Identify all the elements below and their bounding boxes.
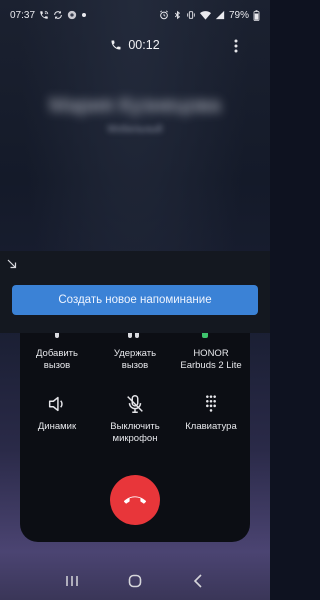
status-left: 07:37 [10,10,87,21]
status-bar: 07:37 79% [0,0,270,30]
sync-icon [53,10,63,20]
call-timer: 00:12 [128,38,160,52]
status-right: 79% [159,10,260,21]
mic-off-icon [127,395,143,413]
signal-icon [215,10,225,20]
caller-subtitle: Мобильный [107,124,163,135]
more-options-button[interactable] [226,36,246,56]
call-controls-panel: Добавить вызов Удержать вызов HONOR Earb… [20,333,250,542]
hang-up-icon [124,496,146,504]
back-icon [194,574,202,588]
end-call-button[interactable] [110,475,160,525]
add-call-icon-stub [55,333,59,338]
keypad-icon [206,395,216,412]
home-icon [128,574,142,588]
phone-call-icon [39,10,49,20]
phone-icon [110,39,122,51]
mute-label: Выключить микрофон [110,421,160,444]
keypad-label: Клавиатура [185,421,237,432]
alarm-icon [159,10,169,20]
reminder-popup: Создать новое напоминание [0,251,270,333]
bluetooth-icon [173,10,182,20]
navigation-bar [0,562,270,600]
app-icon [67,10,77,20]
bluetooth-icon-stub [202,333,208,338]
more-vertical-icon [234,39,238,53]
caller-name: Мария Кузнецова [49,94,221,117]
collapse-arrow-icon[interactable] [6,257,20,271]
wifi-icon [199,10,211,20]
add-call-button[interactable]: Добавить вызов [19,348,95,372]
keypad-button[interactable]: Клавиатура [173,393,249,433]
home-button[interactable] [124,570,146,592]
back-button[interactable] [187,570,209,592]
hold-icon-stub [135,333,139,338]
hold-call-button[interactable]: Удержать вызов [97,348,173,372]
status-time: 07:37 [10,9,36,21]
hold-icon-stub [128,333,132,338]
hold-call-label: Удержать вызов [113,348,157,371]
recent-apps-icon [65,576,78,586]
speaker-label: Динамик [37,421,77,432]
mute-button[interactable]: Выключить микрофон [97,393,173,445]
recent-apps-button[interactable] [61,570,83,592]
bluetooth-device-button[interactable]: HONOR Earbuds 2 Lite [173,348,249,372]
vibrate-icon [186,10,196,20]
add-call-label: Добавить вызов [36,348,78,371]
speaker-icon [48,396,63,412]
create-reminder-button[interactable]: Создать новое напоминание [12,285,258,315]
battery-percent: 79% [228,9,249,21]
battery-icon [253,9,260,21]
speaker-button[interactable]: Динамик [19,393,95,433]
dot-icon [81,12,87,18]
bluetooth-device-label: HONOR Earbuds 2 Lite [180,348,242,371]
